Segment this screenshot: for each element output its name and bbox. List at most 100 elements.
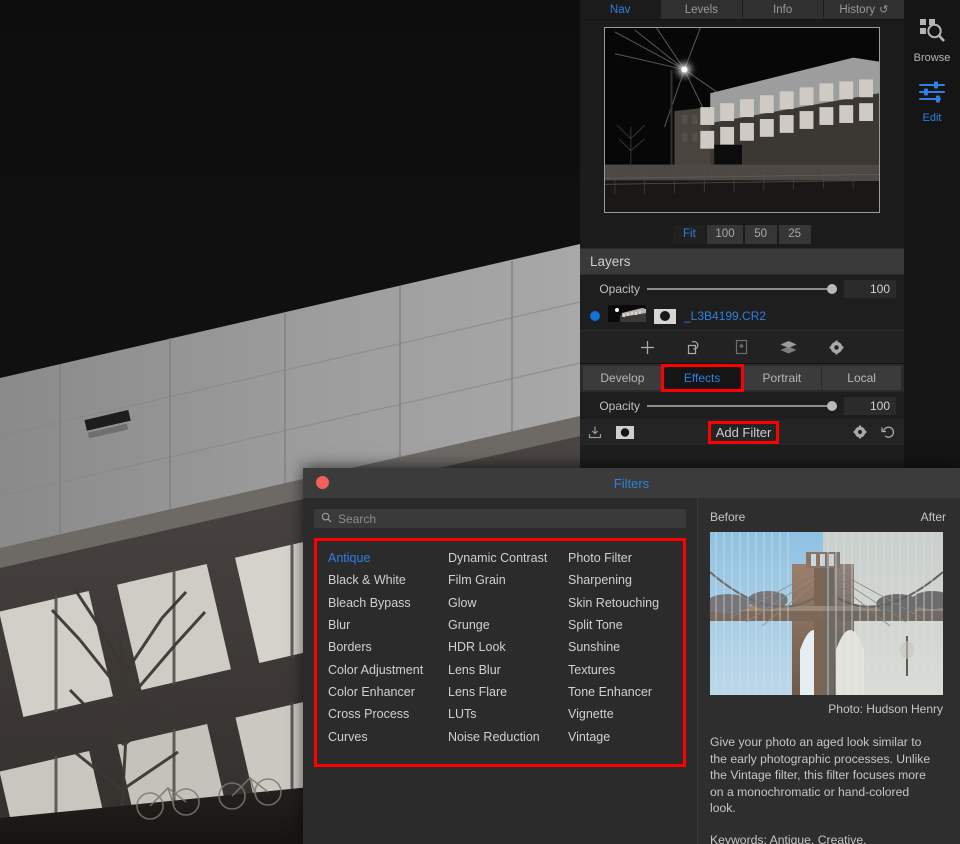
filter-item-blur[interactable]: Blur (323, 614, 443, 636)
tab-info[interactable]: Info (742, 0, 824, 19)
duplicate-icon[interactable] (687, 340, 703, 355)
filter-item-cross-process[interactable]: Cross Process (323, 703, 443, 725)
filter-item-glow[interactable]: Glow (443, 592, 563, 614)
tab-portrait[interactable]: Portrait (742, 366, 822, 390)
plus-icon[interactable] (640, 340, 655, 355)
filter-item-sharpening[interactable]: Sharpening (563, 569, 683, 591)
filter-item-split-tone[interactable]: Split Tone (563, 614, 683, 636)
filter-item-lens-blur[interactable]: Lens Blur (443, 658, 563, 680)
filter-item-vintage[interactable]: Vintage (563, 725, 683, 747)
tab-effects[interactable]: Effects (660, 364, 744, 392)
layer-opacity-label: Opacity (599, 281, 640, 296)
preset-mask-icon[interactable] (616, 425, 634, 439)
filter-item-noise-reduction[interactable]: Noise Reduction (443, 725, 563, 747)
filter-item-grunge[interactable]: Grunge (443, 614, 563, 636)
filter-item-lens-flare[interactable]: Lens Flare (443, 681, 563, 703)
layers-header-label: Layers (590, 254, 631, 269)
edit-sliders-icon (918, 80, 946, 109)
layer-mask-icon[interactable] (654, 308, 676, 324)
tab-nav[interactable]: Nav (580, 0, 662, 19)
tab-local[interactable]: Local (822, 366, 901, 390)
before-after-preview-image (710, 532, 943, 695)
filter-item-textures[interactable]: Textures (563, 658, 683, 680)
dialog-title: Filters (613, 475, 650, 491)
effects-settings-gear-icon[interactable] (853, 425, 867, 439)
search-placeholder: Search (338, 511, 377, 526)
effects-opacity-slider[interactable] (647, 399, 837, 413)
zoom-fit-button[interactable]: Fit (673, 224, 706, 244)
layer-opacity-slider[interactable] (647, 282, 837, 296)
filter-item-hdr-look[interactable]: HDR Look (443, 636, 563, 658)
tab-local-label: Local (847, 371, 876, 385)
filter-item-sunshine[interactable]: Sunshine (563, 636, 683, 658)
after-label: After (920, 510, 946, 524)
tab-levels[interactable]: Levels (661, 0, 743, 19)
effects-opacity-row: Opacity 100 (580, 392, 904, 419)
navigator-preview-container (580, 20, 904, 220)
tab-history[interactable]: History ↺ (823, 0, 904, 19)
navigator-thumbnail[interactable] (604, 27, 880, 213)
layers-section-header[interactable]: Layers (580, 248, 904, 275)
history-undo-icon: ↺ (879, 4, 889, 16)
close-icon[interactable] (316, 476, 329, 489)
rail-item-browse[interactable]: Browse (904, 10, 960, 74)
save-preset-icon[interactable] (588, 425, 602, 439)
delete-layer-icon[interactable] (735, 339, 748, 355)
search-icon (321, 510, 332, 528)
browse-icon (917, 16, 947, 49)
search-input[interactable]: Search (314, 509, 686, 528)
filter-item-color-adjustment[interactable]: Color Adjustment (323, 658, 443, 680)
layer-list-item[interactable]: _L3B4199.CR2 (580, 302, 904, 330)
zoom-100-button[interactable]: 100 (707, 224, 743, 244)
filter-item-skin-retouching[interactable]: Skin Retouching (563, 592, 683, 614)
filter-item-black-and-white[interactable]: Black & White (323, 569, 443, 591)
dialog-preview-pane: Before After Photo: Hudson Henry Give yo… (698, 498, 960, 844)
filter-item-photo-filter[interactable]: Photo Filter (563, 547, 683, 569)
filter-item-curves[interactable]: Curves (323, 725, 443, 747)
layer-opacity-knob[interactable] (827, 283, 837, 294)
layer-filename[interactable]: _L3B4199.CR2 (684, 309, 766, 323)
panel-tabs: Nav Levels Info History ↺ (580, 0, 904, 20)
filter-item-film-grain[interactable]: Film Grain (443, 569, 563, 591)
rail-item-edit[interactable]: Edit (904, 74, 960, 134)
before-after-labels: Before After (710, 510, 946, 524)
filter-item-color-enhancer[interactable]: Color Enhancer (323, 681, 443, 703)
effects-action-bar: Add Filter (580, 419, 904, 445)
tab-portrait-label: Portrait (762, 371, 802, 385)
zoom-50-button[interactable]: 50 (744, 224, 777, 244)
filter-item-tone-enhancer[interactable]: Tone Enhancer (563, 681, 683, 703)
filter-item-bleach-bypass[interactable]: Bleach Bypass (323, 592, 443, 614)
filters-dialog: Filters Search Antique Black & White Ble… (303, 468, 960, 844)
filter-item-vignette[interactable]: Vignette (563, 703, 683, 725)
zoom-25-button[interactable]: 25 (778, 224, 811, 244)
zoom-level-buttons: Fit 100 50 25 (580, 220, 904, 248)
layer-opacity-track (647, 287, 837, 290)
before-label: Before (710, 510, 746, 524)
tab-develop-label: Develop (600, 371, 645, 385)
tab-levels-label: Levels (684, 3, 718, 16)
filter-description: Give your photo an aged look similar to … (710, 735, 931, 815)
layer-opacity-value[interactable]: 100 (844, 279, 896, 298)
filter-item-antique[interactable]: Antique (323, 547, 443, 569)
dialog-left-pane: Search Antique Black & White Bleach Bypa… (303, 498, 697, 844)
reset-effects-icon[interactable] (881, 425, 896, 439)
layer-mask-dot-icon (660, 311, 670, 321)
filter-list: Antique Black & White Bleach Bypass Blur… (323, 547, 683, 748)
effects-opacity-knob[interactable] (827, 400, 837, 411)
filter-item-luts[interactable]: LUTs (443, 703, 563, 725)
filter-item-dynamic-contrast[interactable]: Dynamic Contrast (443, 547, 563, 569)
merge-layers-icon[interactable] (780, 340, 797, 355)
layer-settings-gear-icon[interactable] (829, 340, 844, 355)
layer-tools-bar (580, 330, 904, 364)
effects-opacity-value[interactable]: 100 (844, 396, 896, 415)
filter-item-borders[interactable]: Borders (323, 636, 443, 658)
filter-keywords: Keywords: Antique, Creative, Monochrome,… (710, 832, 867, 844)
layer-thumbnail (608, 305, 646, 327)
layer-opacity-row: Opacity 100 (580, 275, 904, 302)
add-filter-button[interactable]: Add Filter (707, 420, 780, 444)
dialog-body: Search Antique Black & White Bleach Bypa… (303, 498, 960, 844)
layer-visibility-dot-icon[interactable] (590, 311, 600, 321)
tab-develop[interactable]: Develop (583, 366, 662, 390)
tab-history-label: History (839, 3, 876, 16)
tab-nav-label: Nav (609, 3, 631, 16)
